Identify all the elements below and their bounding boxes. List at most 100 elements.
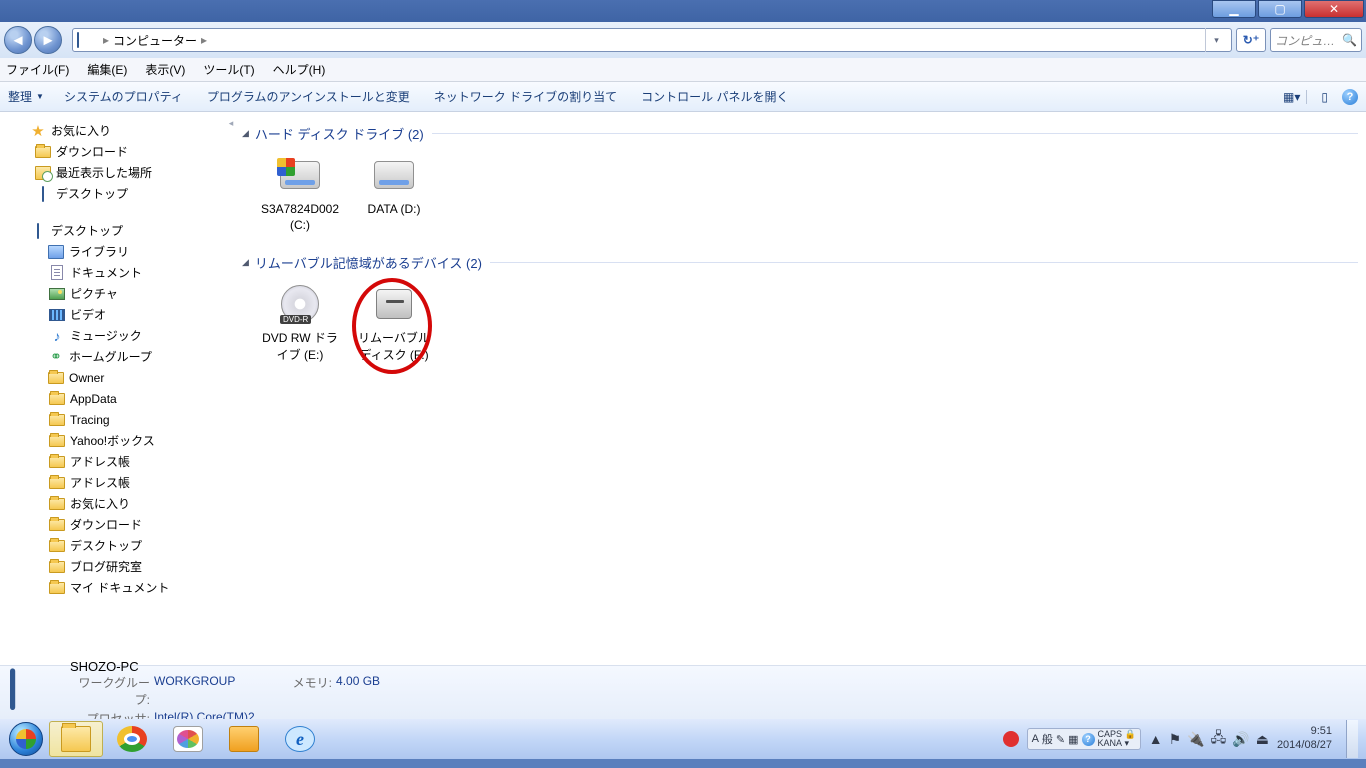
window-maximize-button[interactable]: ▢	[1258, 0, 1302, 18]
ime-help-icon[interactable]: ?	[1082, 733, 1095, 746]
folder-icon	[48, 496, 66, 512]
sidebar-owner-child[interactable]: ダウンロード	[2, 514, 221, 535]
open-control-panel-button[interactable]: コントロール パネルを開く	[641, 88, 788, 105]
window-close-button[interactable]: ✕	[1304, 0, 1364, 18]
collapse-icon: ◢	[242, 128, 249, 139]
menu-help[interactable]: ヘルプ(H)	[273, 61, 326, 78]
folder-icon	[48, 475, 66, 491]
tray-power-icon[interactable]: 🔌	[1187, 731, 1204, 748]
drive-label: S3A7824D002 (C:)	[260, 201, 340, 233]
sidebar-desktop[interactable]: デスクトップ	[2, 183, 221, 204]
breadcrumb-location[interactable]: コンピューター	[113, 32, 197, 49]
tray-antivirus-icon[interactable]	[1003, 731, 1019, 747]
tray-overflow-button[interactable]: ▲	[1149, 731, 1163, 747]
organize-button[interactable]: 整理	[8, 88, 36, 105]
sidebar-owner-child[interactable]: アドレス帳	[2, 472, 221, 493]
clock-date: 2014/08/27	[1277, 739, 1332, 753]
drive-d[interactable]: DATA (D:)	[354, 153, 434, 233]
folder-icon	[48, 391, 66, 407]
hdd-icon	[354, 153, 434, 197]
system-properties-button[interactable]: システムのプロパティ	[64, 88, 183, 105]
sidebar-desktop-root[interactable]: デスクトップ	[2, 220, 221, 241]
drive-c[interactable]: S3A7824D002 (C:)	[260, 153, 340, 233]
tray-network-icon[interactable]: 🖧	[1211, 727, 1227, 751]
sidebar-owner-child[interactable]: お気に入り	[2, 493, 221, 514]
music-icon: ♪	[48, 328, 66, 344]
taskbar-chrome[interactable]	[105, 721, 159, 757]
uninstall-programs-button[interactable]: プログラムのアンインストールと変更	[207, 88, 410, 105]
organize-dropdown-icon[interactable]: ▼	[36, 92, 44, 101]
preview-pane-button[interactable]: ▯	[1321, 90, 1328, 104]
tray-volume-icon[interactable]: 🔊	[1232, 731, 1249, 748]
menu-file[interactable]: ファイル(F)	[6, 61, 69, 78]
sidebar-owner[interactable]: Owner	[2, 367, 221, 388]
view-mode-button[interactable]: ▦▾	[1283, 90, 1300, 104]
start-button[interactable]	[4, 719, 48, 759]
folder-icon	[48, 454, 66, 470]
desktop-icon	[29, 223, 47, 239]
map-network-drive-button[interactable]: ネットワーク ドライブの割り当て	[434, 88, 617, 105]
search-input[interactable]: コンピュ… 🔍	[1270, 28, 1362, 52]
address-dropdown-button[interactable]: ▾	[1205, 28, 1227, 52]
show-desktop-button[interactable]	[1346, 720, 1358, 758]
menu-edit[interactable]: 編集(E)	[87, 61, 127, 78]
sidebar-owner-child[interactable]: Yahoo!ボックス	[2, 430, 221, 451]
sidebar-label: デスクトップ	[51, 222, 123, 239]
sidebar-owner-child[interactable]: ブログ研究室	[2, 556, 221, 577]
folder-icon	[48, 538, 66, 554]
ime-tool-icon[interactable]: ✎	[1056, 733, 1065, 746]
sidebar-videos[interactable]: ビデオ	[2, 304, 221, 325]
sidebar-owner-child[interactable]: AppData	[2, 388, 221, 409]
sidebar-label: アドレス帳	[70, 453, 130, 470]
sidebar-owner-child[interactable]: Tracing	[2, 409, 221, 430]
navigation-pane: ★ お気に入り ダウンロード 最近表示した場所 デスクトップ デスクトップ	[0, 112, 224, 665]
window-minimize-button[interactable]: ▁	[1212, 0, 1256, 18]
ime-pad-icon[interactable]: ▦	[1068, 733, 1078, 746]
sidebar-owner-child[interactable]: デスクトップ	[2, 535, 221, 556]
hdd-icon	[260, 153, 340, 197]
removable-disk-icon	[354, 282, 434, 326]
menu-bar: ファイル(F) 編集(E) 表示(V) ツール(T) ヘルプ(H)	[0, 58, 1366, 82]
sidebar-favorites[interactable]: ★ お気に入り	[2, 120, 221, 141]
ime-conversion-mode[interactable]: 般	[1042, 731, 1053, 747]
explorer-body: ★ お気に入り ダウンロード 最近表示した場所 デスクトップ デスクトップ	[0, 112, 1366, 665]
sidebar-recent-places[interactable]: 最近表示した場所	[2, 162, 221, 183]
taskbar-explorer[interactable]	[49, 721, 103, 757]
menu-tools[interactable]: ツール(T)	[203, 61, 254, 78]
tray-action-center-icon[interactable]: ⚑	[1169, 731, 1182, 748]
sidebar-label: AppData	[70, 392, 117, 406]
dvd-badge: DVD-R	[280, 315, 311, 324]
help-button[interactable]: ?	[1342, 89, 1358, 105]
content-pane: ◢ ハード ディスク ドライブ (2) S3A7824D002 (C:) DAT…	[238, 112, 1366, 665]
sidebar-owner-child[interactable]: アドレス帳	[2, 451, 221, 472]
sidebar-libraries[interactable]: ライブラリ	[2, 241, 221, 262]
forward-button[interactable]: ►	[34, 26, 62, 54]
taskbar-clock[interactable]: 9:51 2014/08/27	[1277, 725, 1338, 753]
pane-splitter[interactable]: ◂	[224, 112, 238, 665]
refresh-button[interactable]: ↻⁺	[1236, 28, 1266, 52]
drive-f-removable[interactable]: リムーバブル ディスク (F:)	[354, 282, 434, 362]
sidebar-owner-child[interactable]: マイ ドキュメント	[2, 577, 221, 598]
sidebar-documents[interactable]: ドキュメント	[2, 262, 221, 283]
collapse-icon: ◢	[242, 257, 249, 268]
folder-icon	[34, 144, 52, 160]
user-folder-icon	[47, 370, 65, 386]
tray-safely-remove-icon[interactable]: ⏏	[1256, 731, 1269, 748]
group-header-removable[interactable]: ◢ リムーバブル記憶域があるデバイス (2)	[242, 253, 1358, 272]
group-header-hdd[interactable]: ◢ ハード ディスク ドライブ (2)	[242, 124, 1358, 143]
sidebar-homegroup[interactable]: ⚭ ホームグループ	[2, 346, 221, 367]
menu-view[interactable]: 表示(V)	[145, 61, 185, 78]
back-button[interactable]: ◄	[4, 26, 32, 54]
drive-e-dvd[interactable]: DVD-R DVD RW ドライブ (E:)	[260, 282, 340, 362]
address-bar[interactable]: ▸ コンピューター ▸ ▾	[72, 28, 1232, 52]
ime-input-mode[interactable]: A	[1032, 733, 1039, 745]
sidebar-pictures[interactable]: ピクチャ	[2, 283, 221, 304]
sidebar-label: Tracing	[70, 413, 110, 427]
sidebar-music[interactable]: ♪ ミュージック	[2, 325, 221, 346]
sidebar-downloads[interactable]: ダウンロード	[2, 141, 221, 162]
taskbar-outlook[interactable]	[217, 721, 271, 757]
folder-icon	[48, 580, 66, 596]
ime-toolbar[interactable]: A 般 ✎ ▦ ? CAPS 🔒 KANA ▾	[1027, 728, 1141, 750]
taskbar-ie[interactable]	[273, 721, 327, 757]
taskbar-paint[interactable]	[161, 721, 215, 757]
